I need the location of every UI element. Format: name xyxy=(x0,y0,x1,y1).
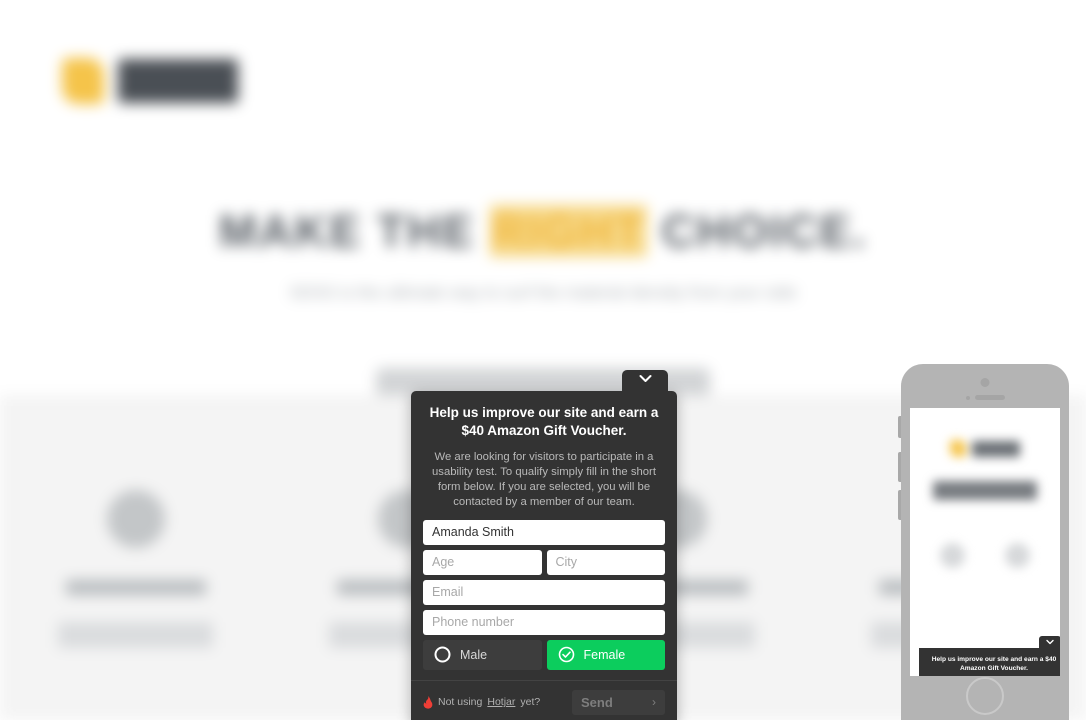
hotjar-promo-prefix: Not using xyxy=(438,696,483,709)
send-button[interactable]: Send › xyxy=(572,689,665,715)
phone-logo-mark-icon xyxy=(950,440,966,457)
feature-icon xyxy=(106,490,165,548)
phone-site-headline xyxy=(933,481,1037,500)
home-button-icon[interactable] xyxy=(966,677,1004,715)
gender-female-label: Female xyxy=(583,647,626,662)
hotjar-promo-suffix: yet? xyxy=(520,696,541,709)
phone-survey-widget: Help us improve our site and earn a $40 … xyxy=(919,636,1060,676)
feature-title xyxy=(65,580,206,595)
send-button-label: Send xyxy=(581,694,613,710)
phone-input[interactable] xyxy=(423,609,665,635)
radio-empty-icon xyxy=(434,646,451,663)
feature-body xyxy=(58,622,213,648)
email-input[interactable] xyxy=(423,579,665,605)
speaker-slot-icon xyxy=(975,395,1005,400)
phone-survey-collapse-button[interactable] xyxy=(1039,636,1060,650)
feature-column xyxy=(0,490,271,648)
headline-part-before: MAKE THE xyxy=(218,205,490,257)
flame-icon xyxy=(423,695,433,709)
survey-header: Help us improve our site and earn a $40 … xyxy=(411,391,677,510)
phone-survey-title: Help us improve our site and earn a $40 … xyxy=(931,656,1057,672)
hero-section: MAKE THE RIGHT CHOICE. SDSS is the ultim… xyxy=(0,0,1086,426)
phone-site-preview xyxy=(910,408,1060,676)
gender-male-button[interactable]: Male xyxy=(423,639,542,670)
camera-dot-icon xyxy=(980,378,990,387)
chevron-down-icon xyxy=(639,375,651,382)
survey-footer: Not using Hotjar yet? Send › xyxy=(411,679,677,720)
phone-logo-wordmark xyxy=(972,440,1020,457)
age-city-row xyxy=(423,549,665,575)
phone-volume-down-button xyxy=(898,490,901,520)
phone-survey-action-row: Sign me up! xyxy=(919,674,1060,676)
phone-mockup: Help us improve our site and earn a $40 … xyxy=(898,364,1069,720)
page-subheadline: SDSS is the ultimate way to surf the mat… xyxy=(289,283,797,302)
phone-volume-up-button xyxy=(898,452,901,482)
age-input[interactable] xyxy=(423,549,542,575)
send-chevron-icon: › xyxy=(652,695,656,710)
chevron-down-icon xyxy=(1046,639,1054,645)
hotjar-promo-link[interactable]: Not using Hotjar yet? xyxy=(423,695,541,709)
logo-wordmark xyxy=(118,59,238,103)
page-headline: MAKE THE RIGHT CHOICE. xyxy=(0,204,1086,258)
phone-site-feature-icons xyxy=(940,543,1030,568)
gender-male-label: Male xyxy=(460,647,488,662)
phone-screen: Help us improve our site and earn a $40 … xyxy=(910,408,1060,676)
proximity-sensor-icon xyxy=(966,396,970,400)
survey-widget: Help us improve our site and earn a $40 … xyxy=(411,370,677,720)
hotjar-brand-name: Hotjar xyxy=(487,696,516,709)
headline-highlight: RIGHT xyxy=(489,205,647,257)
city-input[interactable] xyxy=(546,549,665,575)
check-circle-icon xyxy=(558,647,574,663)
gender-选择-row: Male Female xyxy=(423,639,665,670)
survey-collapse-button[interactable] xyxy=(622,370,668,396)
survey-title: Help us improve our site and earn a $40 … xyxy=(429,405,659,438)
page-root: MAKE THE RIGHT CHOICE. SDSS is the ultim… xyxy=(0,0,1086,720)
site-logo[interactable] xyxy=(62,58,238,104)
survey-description: We are looking for visitors to participa… xyxy=(432,450,656,508)
survey-form: Male Female xyxy=(411,510,677,680)
logo-mark-icon xyxy=(62,58,104,104)
gender-female-button[interactable]: Female xyxy=(546,639,665,670)
phone-site-logo xyxy=(950,440,1020,457)
phone-feature-icon xyxy=(1005,543,1030,568)
phone-mute-switch xyxy=(898,416,901,438)
phone-feature-icon xyxy=(940,543,965,568)
name-input[interactable] xyxy=(423,519,665,545)
headline-part-after: CHOICE. xyxy=(646,205,868,257)
